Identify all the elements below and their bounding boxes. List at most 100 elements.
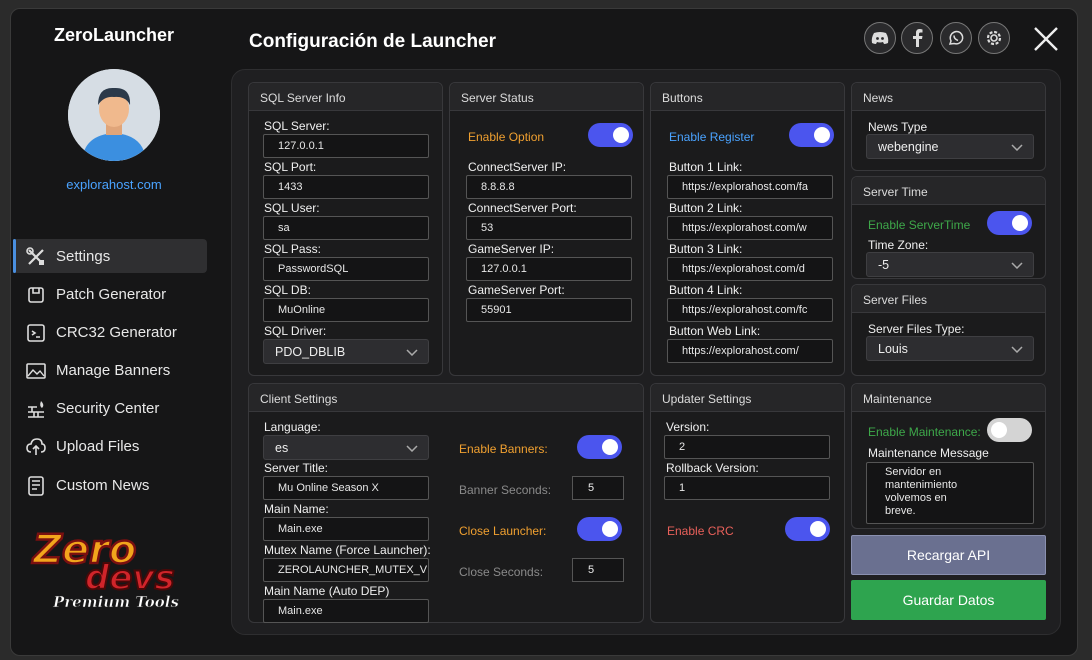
firewall-icon [28, 401, 44, 418]
button4-link-input[interactable]: https://explorahost.com/fc [667, 298, 833, 322]
user-avatar-icon [68, 69, 160, 161]
gear-icon [986, 30, 1002, 46]
news-type-label: News Type [868, 120, 928, 134]
button2-link-input[interactable]: https://explorahost.com/w [667, 216, 833, 240]
enable-option-toggle[interactable] [588, 123, 633, 147]
upload-icon [26, 438, 46, 455]
enable-banners-toggle[interactable] [577, 435, 622, 459]
zerodevs-logo: Zero devs Premium Tools [30, 526, 180, 612]
sql-user-input[interactable]: sa [263, 216, 429, 240]
server-files-panel: Server Files Server Files Type: Louis [851, 284, 1046, 376]
version-input[interactable]: 2 [664, 435, 830, 459]
gs-port-input[interactable]: 55901 [466, 298, 632, 322]
maintenance-panel: Maintenance Enable Maintenance: Maintena… [851, 383, 1046, 529]
panel-header: Server Status [450, 83, 643, 111]
enable-servertime-label: Enable ServerTime [868, 218, 971, 232]
enable-maintenance-label: Enable Maintenance: [868, 425, 981, 439]
sidebar-item-manage-banners[interactable]: Manage Banners [13, 353, 207, 387]
enable-crc-toggle[interactable] [785, 517, 830, 541]
main-name-dep-input[interactable]: Main.exe [263, 599, 429, 623]
button3-link-input[interactable]: https://explorahost.com/d [667, 257, 833, 281]
discord-button[interactable] [864, 22, 896, 54]
panel-header: SQL Server Info [249, 83, 442, 111]
close-seconds-label: Close Seconds: [459, 565, 544, 579]
facebook-button[interactable] [901, 22, 933, 54]
sql-port-label: SQL Port: [264, 160, 317, 174]
main-name-input[interactable]: Main.exe [263, 517, 429, 541]
rollback-version-input[interactable]: 1 [664, 476, 830, 500]
version-label: Version: [666, 420, 710, 434]
launcher-window: ZeroLauncher explorahost.com Settings Pa… [10, 8, 1078, 656]
save-data-button[interactable]: Guardar Datos [851, 580, 1046, 620]
tools-icon [26, 247, 44, 265]
enable-register-toggle[interactable] [789, 123, 834, 147]
server-files-type-label: Server Files Type: [868, 322, 965, 336]
chevron-down-icon [406, 349, 418, 356]
main-name-dep-label: Main Name (Auto DEP) [264, 584, 390, 598]
mutex-name-label: Mutex Name (Force Launcher): [264, 543, 431, 557]
enable-register-label: Enable Register [669, 130, 755, 144]
sidebar-item-crc32-generator[interactable]: CRC32 Generator [13, 315, 207, 349]
discord-icon [871, 32, 889, 44]
server-time-panel: Server Time Enable ServerTime Time Zone:… [851, 176, 1046, 279]
sidebar-item-patch-generator[interactable]: Patch Generator [13, 277, 207, 311]
cs-ip-label: ConnectServer IP: [468, 160, 567, 174]
rollback-version-label: Rollback Version: [666, 461, 759, 475]
sql-driver-select[interactable]: PDO_DBLIB [263, 339, 429, 364]
buttons-panel: Buttons Enable Register Button 1 Link: h… [650, 82, 845, 376]
sql-server-input[interactable]: 127.0.0.1 [263, 134, 429, 158]
sql-server-panel: SQL Server Info SQL Server: 127.0.0.1 SQ… [248, 82, 443, 376]
panel-header: Buttons [651, 83, 844, 111]
gs-ip-input[interactable]: 127.0.0.1 [466, 257, 632, 281]
time-zone-select[interactable]: -5 [866, 252, 1034, 277]
enable-banners-label: Enable Banners: [459, 442, 548, 456]
close-seconds-input[interactable]: 5 [572, 558, 624, 582]
sidebar-item-label: Settings [56, 247, 111, 265]
settings-button[interactable] [978, 22, 1010, 54]
facebook-icon [913, 29, 923, 47]
sql-db-input[interactable]: MuOnline [263, 298, 429, 322]
sql-pass-label: SQL Pass: [264, 242, 321, 256]
language-select[interactable]: es [263, 435, 429, 460]
panel-header: Maintenance [852, 384, 1045, 412]
sql-port-input[interactable]: 1433 [263, 175, 429, 199]
maintenance-message-textarea[interactable]: Servidor en mantenimiento volvemos en br… [866, 462, 1034, 524]
banner-seconds-input[interactable]: 5 [572, 476, 624, 500]
server-status-panel: Server Status Enable Option ConnectServe… [449, 82, 644, 376]
sidebar-item-settings[interactable]: Settings [13, 239, 207, 273]
whatsapp-button[interactable] [940, 22, 972, 54]
enable-servertime-toggle[interactable] [987, 211, 1032, 235]
server-title-input[interactable]: Mu Online Season X [263, 476, 429, 500]
cs-port-label: ConnectServer Port: [468, 201, 577, 215]
server-title-label: Server Title: [264, 461, 329, 475]
button1-link-input[interactable]: https://explorahost.com/fa [667, 175, 833, 199]
close-launcher-toggle[interactable] [577, 517, 622, 541]
cs-ip-input[interactable]: 8.8.8.8 [466, 175, 632, 199]
sql-db-label: SQL DB: [264, 283, 311, 297]
sidebar-item-security-center[interactable]: Security Center [13, 391, 207, 425]
select-value: -5 [878, 258, 890, 272]
chevron-down-icon [1011, 144, 1023, 151]
updater-settings-panel: Updater Settings Version: 2 Rollback Ver… [650, 383, 845, 623]
cs-port-input[interactable]: 53 [466, 216, 632, 240]
chevron-down-icon [1011, 346, 1023, 353]
mutex-name-input[interactable]: ZEROLAUNCHER_MUTEX_V [263, 558, 429, 582]
button1-link-label: Button 1 Link: [669, 160, 743, 174]
sidebar-item-custom-news[interactable]: Custom News [13, 468, 207, 502]
server-files-type-select[interactable]: Louis [866, 336, 1034, 361]
enable-maintenance-toggle[interactable] [987, 418, 1032, 442]
close-icon[interactable] [1032, 25, 1060, 53]
sidebar-item-label: Security Center [56, 399, 160, 417]
chevron-down-icon [1011, 262, 1023, 269]
gs-ip-label: GameServer IP: [468, 242, 555, 256]
reload-api-button[interactable]: Recargar API [851, 535, 1046, 575]
enable-crc-label: Enable CRC [667, 524, 734, 538]
svg-text:devs: devs [85, 558, 175, 598]
client-settings-panel: Client Settings Language: es Server Titl… [248, 383, 644, 623]
sql-pass-input[interactable]: PasswordSQL [263, 257, 429, 281]
site-link[interactable]: explorahost.com [11, 177, 217, 192]
sidebar-item-upload-files[interactable]: Upload Files [13, 429, 207, 463]
button-web-link-input[interactable]: https://explorahost.com/ [667, 339, 833, 363]
news-type-select[interactable]: webengine [866, 134, 1034, 159]
main-name-label: Main Name: [264, 502, 329, 516]
